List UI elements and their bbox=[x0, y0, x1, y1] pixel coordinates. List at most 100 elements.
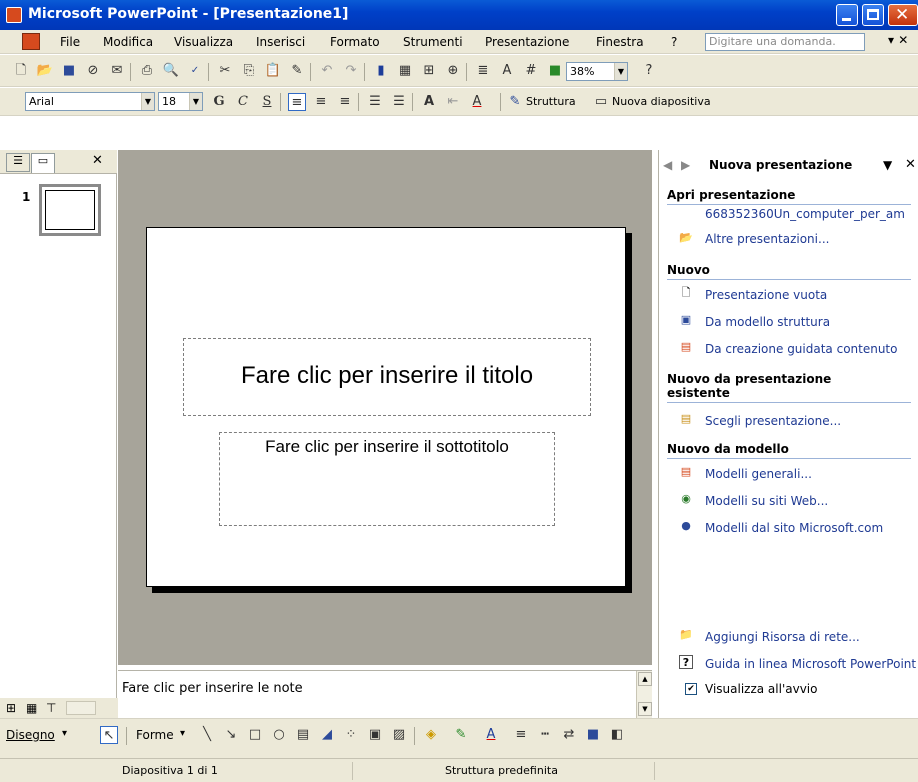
hyperlink-icon[interactable]: ⊕ bbox=[444, 62, 462, 80]
grid-icon[interactable]: # bbox=[522, 62, 540, 80]
slide[interactable]: Fare clic per inserire il titolo Fare cl… bbox=[146, 227, 626, 587]
textbox-icon[interactable]: ▤ bbox=[294, 726, 312, 744]
task-pane-close-icon[interactable]: ✕ bbox=[905, 157, 916, 172]
new-slide-icon[interactable]: ▭ bbox=[592, 93, 610, 111]
scroll-down-icon[interactable]: ▼ bbox=[638, 702, 652, 716]
slides-tab[interactable]: ▭ bbox=[31, 153, 55, 173]
paste-icon[interactable]: 📋 bbox=[264, 62, 282, 80]
cut-icon[interactable]: ✂ bbox=[216, 62, 234, 80]
more-presentations-link[interactable]: Altre presentazioni... bbox=[705, 232, 829, 246]
ask-question-input[interactable]: Digitare una domanda. bbox=[705, 33, 865, 51]
select-pointer-icon[interactable]: ↖ bbox=[100, 726, 118, 744]
minimize-button[interactable] bbox=[836, 4, 858, 26]
rectangle-icon[interactable]: □ bbox=[246, 726, 264, 744]
increase-font-icon[interactable]: A bbox=[420, 93, 438, 111]
menu-file[interactable]: File bbox=[60, 35, 80, 49]
menu-visualizza[interactable]: Visualizza bbox=[174, 35, 233, 49]
menu-strumenti[interactable]: Strumenti bbox=[403, 35, 463, 49]
slide-sorter-icon[interactable]: ▦ bbox=[26, 701, 37, 715]
maximize-button[interactable] bbox=[862, 4, 884, 26]
menu-modifica[interactable]: Modifica bbox=[103, 35, 153, 49]
ms-templates-link[interactable]: Modelli dal sito Microsoft.com bbox=[705, 521, 883, 535]
menu-finestra[interactable]: Finestra bbox=[596, 35, 644, 49]
back-icon[interactable]: ◀ bbox=[663, 158, 672, 172]
save-icon[interactable]: ■ bbox=[60, 62, 78, 80]
insert-picture-icon[interactable]: ▨ bbox=[390, 726, 408, 744]
clipart-icon[interactable]: ▣ bbox=[366, 726, 384, 744]
menu-help[interactable]: ? bbox=[671, 35, 677, 49]
horizontal-scrollbar[interactable] bbox=[66, 701, 96, 715]
align-center-icon[interactable]: ≡ bbox=[312, 93, 330, 111]
arrow-style-icon[interactable]: ⇄ bbox=[560, 726, 578, 744]
bold-button[interactable]: G bbox=[210, 93, 228, 111]
startup-checkbox[interactable]: ✔ bbox=[685, 683, 697, 695]
line-color-icon[interactable]: ✎ bbox=[452, 726, 470, 744]
copy-icon[interactable]: ⎘ bbox=[240, 62, 258, 80]
show-formatting-icon[interactable]: A bbox=[498, 62, 516, 80]
slide-thumbnail[interactable] bbox=[39, 184, 101, 236]
shadow-style-icon[interactable]: ■ bbox=[584, 726, 602, 744]
font-color-icon[interactable]: A bbox=[482, 726, 500, 744]
undo-icon[interactable]: ↶ bbox=[318, 62, 336, 80]
email-icon[interactable]: ✉ bbox=[108, 62, 126, 80]
from-design-link[interactable]: Da modello struttura bbox=[705, 315, 830, 329]
autoshapes-button[interactable]: Forme bbox=[136, 728, 174, 742]
title-placeholder[interactable]: Fare clic per inserire il titolo bbox=[183, 338, 591, 416]
format-painter-icon[interactable]: ✎ bbox=[288, 62, 306, 80]
help-icon[interactable]: ? bbox=[640, 62, 658, 80]
ask-dropdown-icon[interactable]: ▾ ✕ bbox=[888, 33, 908, 47]
new-slide-button[interactable]: Nuova diapositiva bbox=[612, 95, 711, 108]
choose-presentation-link[interactable]: Scegli presentazione... bbox=[705, 414, 841, 428]
wordart-icon[interactable]: ◢ bbox=[318, 726, 336, 744]
font-dropdown[interactable]: Arial ▼ bbox=[25, 92, 155, 111]
close-button[interactable]: ✕ bbox=[888, 4, 918, 26]
title-bar[interactable]: Microsoft PowerPoint - [Presentazione1] … bbox=[0, 0, 918, 30]
scroll-up-icon[interactable]: ▲ bbox=[638, 672, 652, 686]
numbering-icon[interactable]: ☰ bbox=[366, 93, 384, 111]
design-icon[interactable]: ✎ bbox=[506, 93, 524, 111]
notes-scrollbar[interactable]: ▲ ▼ bbox=[636, 671, 652, 718]
general-templates-link[interactable]: Modelli generali... bbox=[705, 467, 812, 481]
new-icon[interactable]: 🗋 bbox=[12, 62, 30, 80]
task-pane-title[interactable]: Nuova presentazione bbox=[709, 158, 852, 172]
3d-style-icon[interactable]: ◧ bbox=[608, 726, 626, 744]
powerpoint-app-icon[interactable] bbox=[6, 7, 22, 23]
slideshow-icon[interactable]: ⊤ bbox=[46, 701, 56, 715]
oval-icon[interactable]: ○ bbox=[270, 726, 288, 744]
add-network-link[interactable]: Aggiungi Risorsa di rete... bbox=[705, 630, 860, 644]
menu-formato[interactable]: Formato bbox=[330, 35, 380, 49]
subtitle-placeholder[interactable]: Fare clic per inserire il sottotitolo bbox=[219, 432, 555, 526]
redo-icon[interactable]: ↷ bbox=[342, 62, 360, 80]
normal-view-icon[interactable]: ⊞ bbox=[6, 701, 16, 715]
decrease-indent-icon[interactable]: ⇤ bbox=[444, 93, 462, 111]
document-icon[interactable] bbox=[22, 33, 40, 50]
open-icon[interactable]: 📂 bbox=[36, 62, 54, 80]
help-link[interactable]: Guida in linea Microsoft PowerPoint bbox=[705, 657, 916, 671]
zoom-dropdown[interactable]: 38% ▼ bbox=[566, 62, 628, 81]
bullets-icon[interactable]: ☰ bbox=[390, 93, 408, 111]
menu-inserisci[interactable]: Inserisci bbox=[256, 35, 305, 49]
tables-borders-icon[interactable]: ⊞ bbox=[420, 62, 438, 80]
italic-button[interactable]: C bbox=[234, 93, 252, 111]
fill-color-icon[interactable]: ◈ bbox=[422, 726, 440, 744]
task-pane-menu-icon[interactable]: ▼ bbox=[883, 158, 892, 172]
forward-icon[interactable]: ▶ bbox=[681, 158, 690, 172]
expand-all-icon[interactable]: ≣ bbox=[474, 62, 492, 80]
align-left-icon[interactable]: ≡ bbox=[288, 93, 306, 111]
close-pane-icon[interactable]: ✕ bbox=[92, 153, 103, 168]
menu-presentazione[interactable]: Presentazione bbox=[485, 35, 569, 49]
draw-menu-button[interactable]: Disegno bbox=[6, 728, 55, 742]
design-button[interactable]: Struttura bbox=[526, 95, 576, 108]
notes-placeholder[interactable]: Fare clic per inserire le note bbox=[122, 681, 303, 696]
font-color-icon[interactable]: A bbox=[468, 93, 486, 111]
web-templates-link[interactable]: Modelli su siti Web... bbox=[705, 494, 828, 508]
align-right-icon[interactable]: ≡ bbox=[336, 93, 354, 111]
font-size-dropdown[interactable]: 18 ▼ bbox=[158, 92, 203, 111]
insert-table-icon[interactable]: ▦ bbox=[396, 62, 414, 80]
print-icon[interactable]: ⎙ bbox=[138, 62, 156, 80]
underline-button[interactable]: S bbox=[258, 93, 276, 111]
blank-presentation-link[interactable]: Presentazione vuota bbox=[705, 288, 827, 302]
spelling-icon[interactable]: ✓ bbox=[186, 62, 204, 80]
autocontent-link[interactable]: Da creazione guidata contenuto bbox=[705, 342, 897, 356]
outline-tab[interactable]: ☰ bbox=[6, 153, 30, 172]
